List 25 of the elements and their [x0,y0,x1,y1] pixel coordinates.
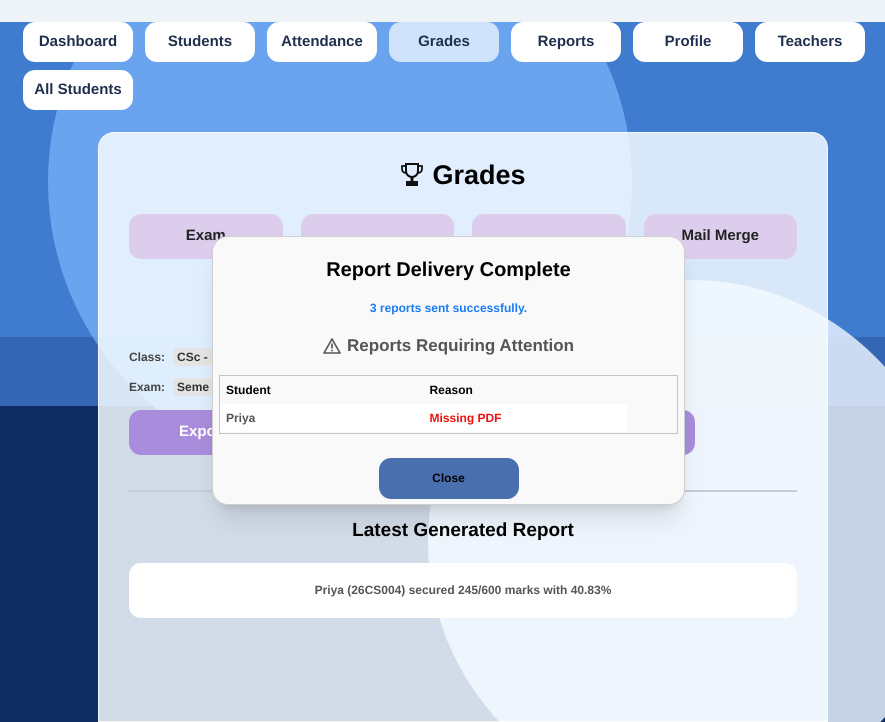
table-cell-text: Missing PDF [428,410,503,426]
nav-tab[interactable]: All Students [23,70,133,110]
field-value: Seme [173,378,214,396]
close-button[interactable]: Close [378,458,518,498]
warning-icon [323,338,342,354]
report-summary: Priya (26CS004) secured 245/600 marks with 40.83% [129,562,797,618]
page-title: Grades [432,158,526,192]
column-header: Student [225,382,272,399]
field-label: Class: [129,349,166,366]
trophy-icon [400,162,424,188]
nav-tab[interactable]: Attendance [267,22,377,62]
nav-tab[interactable]: Dashboard [23,22,133,62]
field-value: CSc - [173,348,212,366]
section-heading: Latest Generated Report [351,519,575,543]
nav-tab[interactable]: Students [145,22,255,62]
nav-tab[interactable]: Reports [511,22,621,62]
success-message: 3 reports sent successfully. [370,300,528,317]
nav-tab[interactable]: Grades [389,22,499,62]
nav-tab[interactable]: Profile [633,22,743,62]
warning-heading: Reports Requiring Attention [347,335,574,357]
nav-tab[interactable]: Teachers [755,22,865,62]
field-label: Exam: [129,379,166,396]
dialog-title: Report Delivery Complete [326,258,571,283]
table-cell-text: Priya [225,410,256,426]
column-header: Reason [428,382,474,399]
